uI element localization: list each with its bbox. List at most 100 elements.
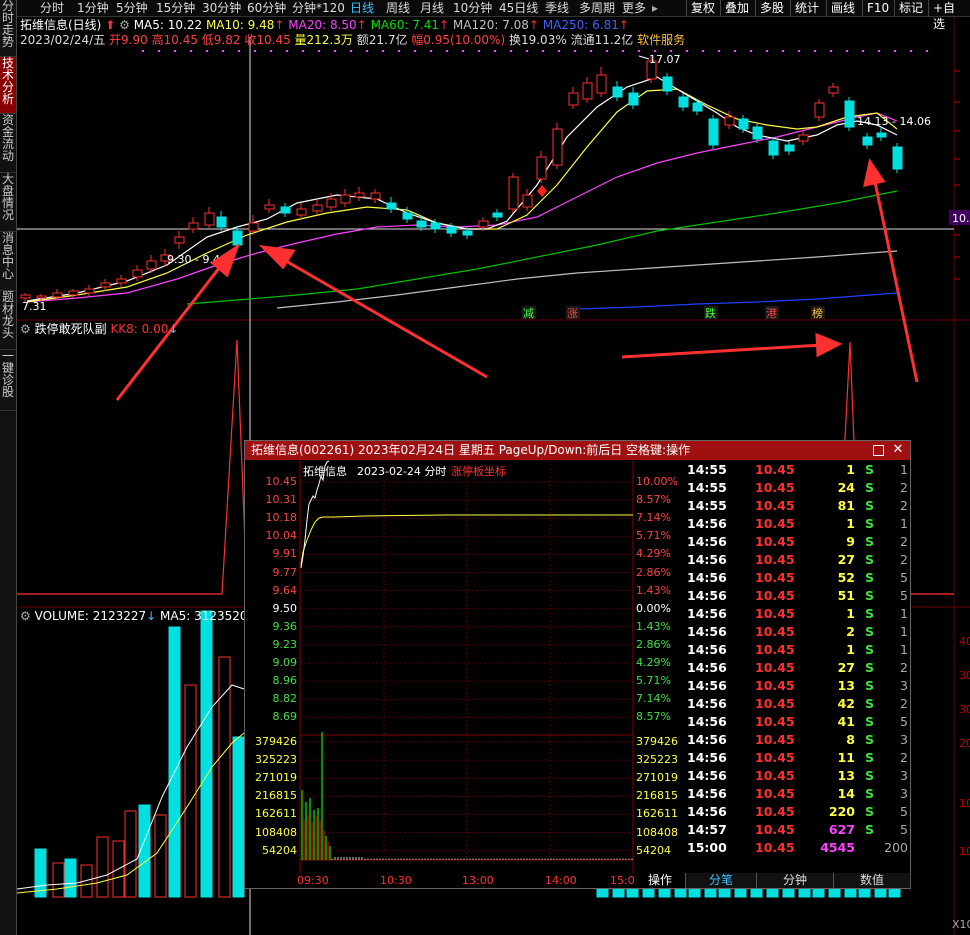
maximize-icon[interactable] bbox=[873, 445, 884, 456]
period-tab-monthly[interactable]: 月线 bbox=[420, 0, 444, 16]
left-tab-intraday[interactable]: 分时走势 bbox=[0, 0, 16, 57]
candle bbox=[264, 199, 275, 213]
period-tab-120min[interactable]: 分钟*120 bbox=[292, 0, 345, 16]
period-tab-30min[interactable]: 30分钟 bbox=[202, 0, 241, 16]
period-tab-multi[interactable]: 多周期 bbox=[579, 0, 615, 16]
info-date: 2023/02/24/五 bbox=[20, 33, 106, 47]
trade-time: 14:55 bbox=[687, 498, 727, 513]
info-amount: 额21.7亿 bbox=[356, 33, 408, 47]
add-watchlist-button[interactable]: +自选 bbox=[928, 0, 970, 31]
trade-count: 3 bbox=[900, 768, 908, 783]
left-tab-diagnose[interactable]: 一键诊股 bbox=[0, 350, 16, 411]
event-tag-fall[interactable]: 跌 bbox=[705, 306, 716, 320]
trade-side: S bbox=[865, 480, 875, 495]
overlay-button[interactable]: 叠加 bbox=[720, 0, 753, 16]
price-scale-tick: 8.82 bbox=[272, 692, 298, 706]
ma10-line bbox=[26, 88, 898, 303]
popup-tab-values[interactable]: 数值 bbox=[834, 873, 911, 888]
statistics-button[interactable]: 统计 bbox=[790, 0, 823, 16]
candle bbox=[844, 97, 855, 131]
candle bbox=[296, 203, 307, 219]
volume-bar bbox=[184, 684, 197, 898]
rights-button[interactable]: 复权 bbox=[686, 0, 719, 16]
trade-price: 10.45 bbox=[755, 696, 795, 711]
period-tab-60min[interactable]: 60分钟 bbox=[247, 0, 286, 16]
percent-scale-tick: 1.43% bbox=[636, 583, 671, 597]
volume-bar bbox=[124, 810, 137, 898]
intraday-popup[interactable]: 拓维信息(002261) 2023年02月24日 星期五 PageUp/Down… bbox=[244, 440, 911, 889]
price-scale-tick: 9.23 bbox=[272, 637, 298, 651]
intraday-chart[interactable] bbox=[245, 460, 685, 873]
event-tag-rise[interactable]: 涨 bbox=[567, 307, 578, 320]
close-icon[interactable]: ✕ bbox=[891, 443, 905, 457]
popup-tab-ticks[interactable]: 分笔 bbox=[686, 873, 757, 888]
period-tab-daily[interactable]: 日线 bbox=[350, 0, 374, 16]
trade-time: 14:56 bbox=[687, 696, 727, 711]
event-tag-hk[interactable]: 港 bbox=[766, 307, 777, 320]
volume-scale-tick-right: 162611 bbox=[636, 807, 678, 821]
left-tab-news[interactable]: 消息中心 bbox=[0, 232, 16, 291]
trade-row: 14:56 10.45 8 S 3 bbox=[685, 731, 910, 749]
f10-button[interactable]: F10 bbox=[862, 0, 893, 16]
limit-up-link[interactable]: 涨停板坐标 bbox=[451, 466, 506, 478]
trade-volume: 24 bbox=[837, 480, 855, 495]
left-tab-capital-flow[interactable]: 资金流动 bbox=[0, 114, 16, 173]
candle bbox=[536, 151, 547, 183]
info-volume: 量212.3万 bbox=[294, 33, 353, 47]
indicator-gear-icon[interactable]: ⚙ bbox=[20, 322, 31, 336]
ma20-value: MA20: 8.50 bbox=[288, 18, 357, 32]
volume-gear-icon[interactable]: ⚙ bbox=[20, 609, 31, 623]
event-tag-reduce[interactable]: 减 bbox=[523, 307, 534, 320]
period-tab-more[interactable]: 更多 bbox=[622, 0, 646, 16]
candle bbox=[386, 197, 397, 213]
trade-count: 2 bbox=[900, 480, 908, 495]
more-caret-icon[interactable]: ▸ bbox=[652, 0, 658, 16]
trade-count: 2 bbox=[900, 498, 908, 513]
popup-tab-operate[interactable]: 操作 bbox=[635, 873, 686, 888]
event-tag-list[interactable]: 榜 bbox=[812, 306, 823, 320]
candle bbox=[68, 289, 79, 298]
period-tab-15min[interactable]: 15分钟 bbox=[156, 0, 195, 16]
trade-row: 14:56 10.45 14 S 3 bbox=[685, 785, 910, 803]
period-tab-quarterly[interactable]: 季线 bbox=[545, 0, 569, 16]
period-tab-45day[interactable]: 45日线 bbox=[499, 0, 538, 16]
popup-titlebar[interactable]: 拓维信息(002261) 2023年02月24日 星期五 PageUp/Down… bbox=[245, 441, 910, 460]
info-sector[interactable]: 软件服务 bbox=[637, 33, 685, 47]
period-tab-10min[interactable]: 10分钟 bbox=[453, 0, 492, 16]
percent-scale-tick: 7.14% bbox=[636, 511, 671, 525]
info-high: 高10.45 bbox=[151, 33, 198, 47]
indicator-name[interactable]: 跌停敢死队副 bbox=[35, 322, 107, 336]
price-scale-tick: 9.09 bbox=[272, 656, 298, 669]
period-toolbar: 分时 1分钟 5分钟 15分钟 30分钟 60分钟 分钟*120 日线 周线 月… bbox=[0, 0, 970, 31]
period-tab-1min[interactable]: 1分钟 bbox=[77, 0, 109, 16]
period-tab-5min[interactable]: 5分钟 bbox=[116, 0, 148, 16]
trade-volume: 81 bbox=[837, 498, 855, 513]
indicator-value: KK8: 0.00 bbox=[110, 322, 169, 336]
period-tab-weekly[interactable]: 周线 bbox=[386, 0, 410, 16]
settings-gear-icon[interactable]: ⚙ bbox=[119, 18, 130, 32]
volume-bar bbox=[64, 858, 77, 898]
left-tab-theme-leader[interactable]: 题材龙头 bbox=[0, 291, 16, 350]
percent-scale-tick: 4.29% bbox=[636, 547, 671, 561]
percent-scale-tick: 5.71% bbox=[636, 674, 671, 688]
trade-time: 14:56 bbox=[687, 786, 727, 801]
trade-time: 14:56 bbox=[687, 732, 727, 747]
mark-button[interactable]: 标记 bbox=[894, 0, 927, 16]
left-tab-market[interactable]: 大盘情况 bbox=[0, 173, 16, 232]
info-change: 幅0.95(10.00%) bbox=[411, 33, 506, 47]
trade-count: 1 bbox=[900, 516, 908, 531]
trade-row: 14:55 10.45 81 S 2 bbox=[685, 497, 910, 515]
left-tab-technical[interactable]: 技术分析 bbox=[0, 57, 16, 114]
period-tab-fenshi[interactable]: 分时 bbox=[40, 0, 64, 16]
volume-header: ⚙ VOLUME: 2123227↓ MA5: 3123520↓ bbox=[20, 609, 258, 623]
price-scale-tick: 9.36 bbox=[272, 619, 298, 633]
candle bbox=[116, 275, 127, 287]
popup-tab-minutes[interactable]: 分钟 bbox=[757, 873, 834, 888]
multi-stock-button[interactable]: 多股 bbox=[755, 0, 788, 16]
trade-row: 14:56 10.45 27 S 2 bbox=[685, 659, 910, 677]
trade-volume: 14 bbox=[837, 786, 855, 801]
price-scale-tick: 10.18 bbox=[265, 511, 298, 525]
trade-volume: 13 bbox=[837, 678, 855, 693]
draw-line-button[interactable]: 画线 bbox=[826, 0, 859, 16]
trade-count: 1 bbox=[900, 624, 908, 639]
